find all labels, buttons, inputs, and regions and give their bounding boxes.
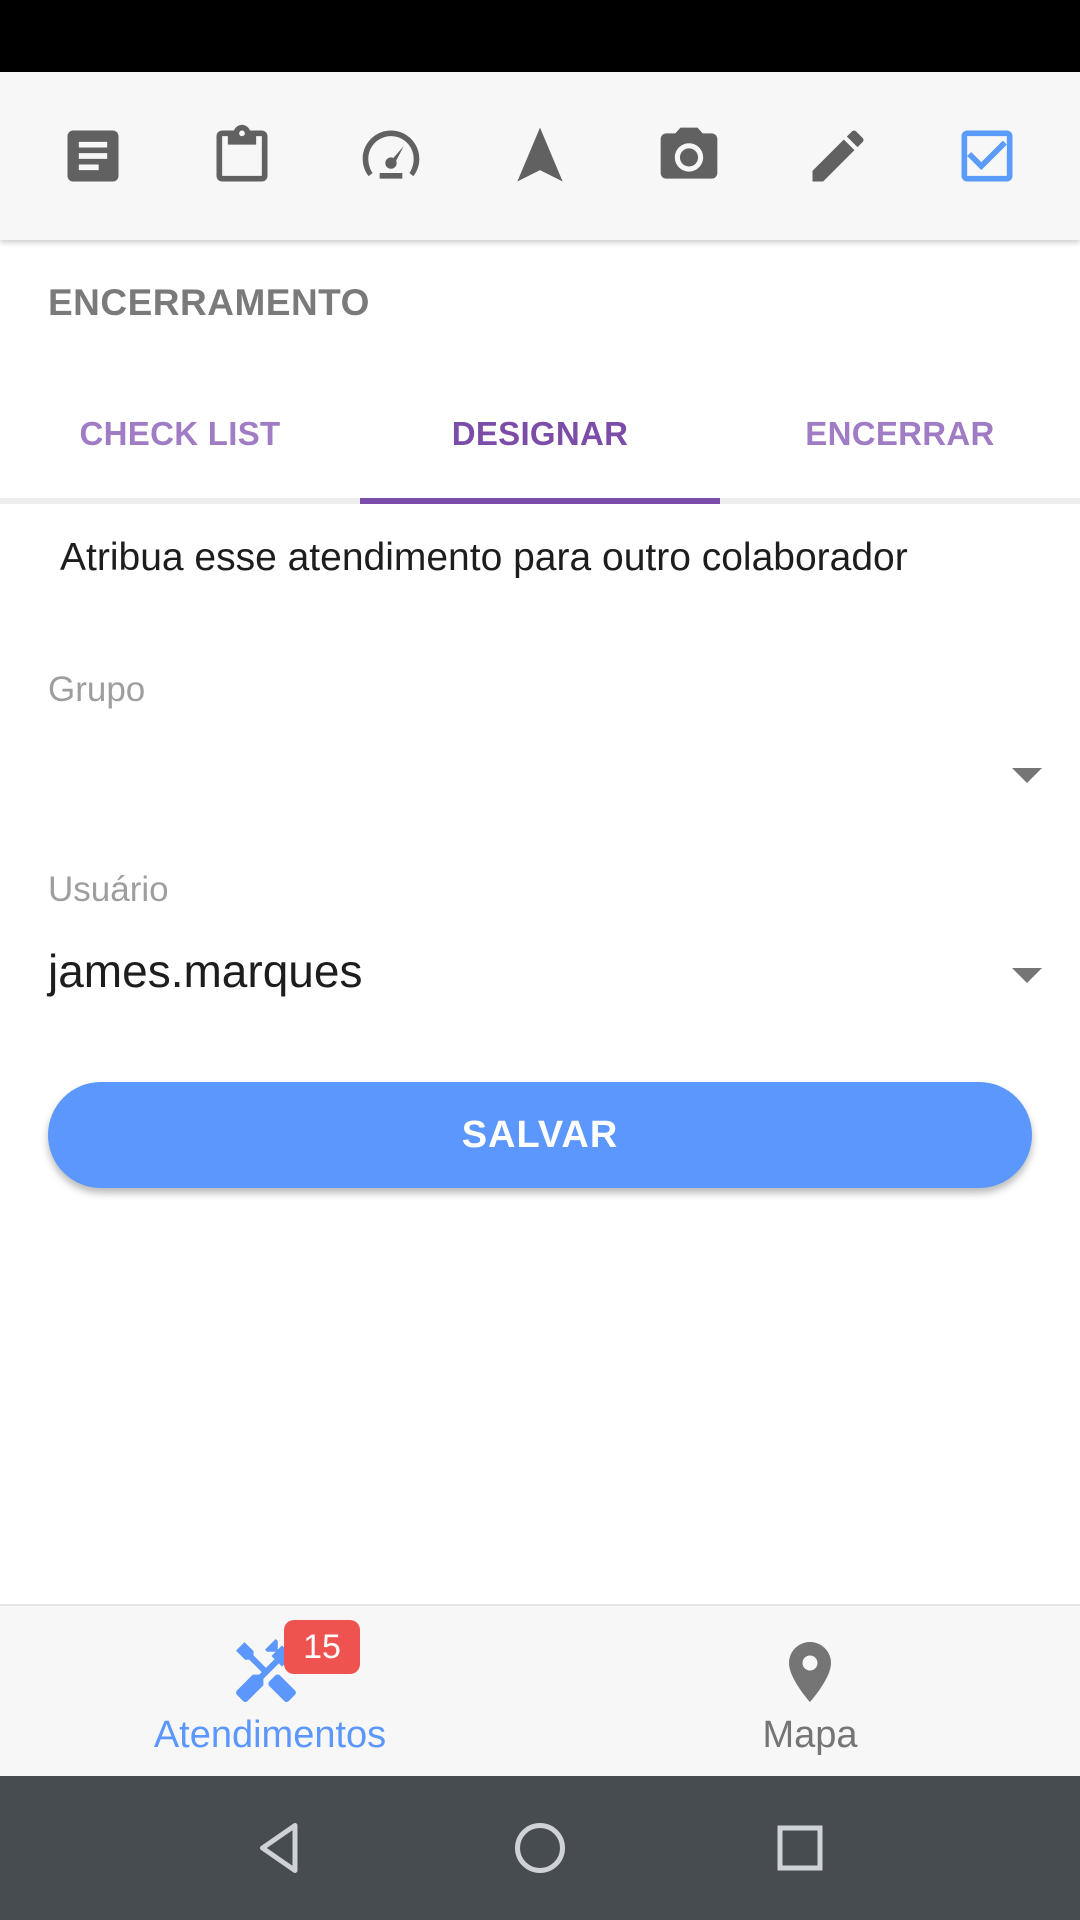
status-bar xyxy=(0,0,1080,72)
chevron-down-icon xyxy=(1012,768,1042,783)
clipboard-icon xyxy=(216,124,268,182)
tool-speedometer[interactable] xyxy=(331,96,451,216)
checkbox-checked-icon xyxy=(961,130,1013,182)
camera-icon xyxy=(660,127,718,179)
tool-clipboard[interactable] xyxy=(182,96,302,216)
tab-designar[interactable]: DESIGNAR xyxy=(360,370,720,504)
instruction-text: Atribua esse atendimento para outro cola… xyxy=(60,536,908,579)
back-icon[interactable] xyxy=(250,1818,310,1878)
map-pin-icon xyxy=(789,1642,831,1702)
tab-bar: CHECK LIST DESIGNAR ENCERRAR xyxy=(0,370,1080,504)
tool-document[interactable] xyxy=(33,96,153,216)
navigation-arrow-icon xyxy=(517,127,563,182)
bottom-nav: 15 Atendimentos Mapa xyxy=(0,1604,1080,1776)
toolbar xyxy=(0,72,1080,240)
notification-badge: 15 xyxy=(284,1620,360,1674)
speedometer-icon xyxy=(362,130,420,179)
section-title: ENCERRAMENTO xyxy=(48,282,370,323)
system-nav-bar xyxy=(0,1776,1080,1920)
pencil-icon xyxy=(812,130,864,182)
save-button[interactable]: SALVAR xyxy=(48,1082,1032,1188)
document-icon xyxy=(67,130,119,182)
recents-icon[interactable] xyxy=(770,1818,830,1878)
tab-encerrar[interactable]: ENCERRAR xyxy=(720,370,1080,498)
group-select[interactable] xyxy=(48,730,1042,820)
tool-navigation[interactable] xyxy=(480,96,600,216)
tool-pencil[interactable] xyxy=(778,96,898,216)
tab-check-list[interactable]: CHECK LIST xyxy=(0,370,360,498)
chevron-down-icon xyxy=(1012,968,1042,983)
tool-camera[interactable] xyxy=(629,96,749,216)
nav-item-atendimentos[interactable]: 15 Atendimentos xyxy=(0,1606,540,1778)
user-select[interactable]: james.marques xyxy=(48,930,1042,1020)
tool-checkbox[interactable] xyxy=(927,96,1047,216)
home-icon[interactable] xyxy=(510,1818,570,1878)
nav-label-atendimentos: Atendimentos xyxy=(153,1714,387,1756)
user-select-value: james.marques xyxy=(48,945,363,997)
user-label: Usuário xyxy=(48,870,169,909)
nav-label-mapa: Mapa xyxy=(762,1714,858,1756)
group-label: Grupo xyxy=(48,670,146,709)
nav-item-mapa[interactable]: Mapa xyxy=(540,1606,1080,1778)
